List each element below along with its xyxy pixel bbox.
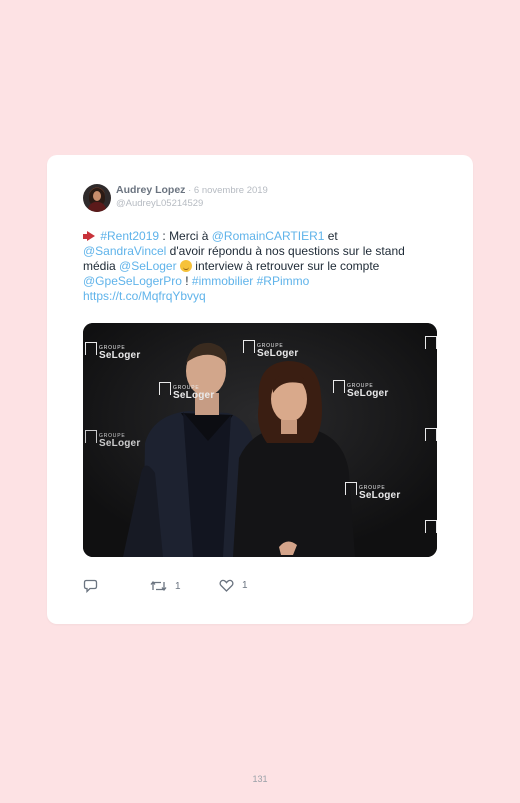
like-count: 1 xyxy=(242,580,248,591)
like-icon xyxy=(219,579,234,592)
avatar[interactable] xyxy=(83,184,111,212)
tweet-text: #Rent2019 : Merci à @RomainCARTIER1 et @… xyxy=(83,229,423,304)
like-button[interactable]: 1 xyxy=(219,579,248,592)
retweet-button[interactable]: 1 xyxy=(150,579,181,593)
mention-seloger[interactable]: @SeLoger xyxy=(119,259,177,273)
seloger-logo: GROUPE SeLoger xyxy=(243,340,298,359)
separator: · xyxy=(185,185,194,196)
seloger-logo: GROUPE SeLoger xyxy=(85,430,140,449)
author-handle[interactable]: @AudreyL05214529 xyxy=(116,198,203,209)
tweet-photo[interactable]: GROUPE SeLoger GROUPE SeLoger GROUPE SeLoge… xyxy=(83,323,437,557)
winking-face-emoji-icon xyxy=(179,260,192,272)
seloger-logo: GROUPE SeLoger xyxy=(345,482,400,501)
seloger-logo: GROUPE SeLoger xyxy=(159,382,214,401)
retweet-count: 1 xyxy=(175,580,181,592)
hashtag-rent2019[interactable]: #Rent2019 xyxy=(100,229,159,243)
mention-romaincartier1[interactable]: @RomainCARTIER1 xyxy=(212,229,325,243)
text-segment: interview à retrouver sur le compte xyxy=(191,259,380,273)
seloger-logo: GROUPE SeLoger xyxy=(85,342,140,361)
seloger-logo: GROUPE SeLoger xyxy=(333,380,388,399)
text-segment: et xyxy=(324,229,338,243)
author-name[interactable]: Audrey Lopez xyxy=(116,184,185,196)
tweet-actions: 1 1 xyxy=(83,579,283,595)
tweet-card: Audrey Lopez · 6 novembre 2019 @AudreyL0… xyxy=(47,155,473,624)
author-line: Audrey Lopez · 6 novembre 2019 xyxy=(116,184,268,196)
text-segment: : Merci à xyxy=(159,229,212,243)
hashtag-rpimmo[interactable]: #RPimmo xyxy=(257,274,310,288)
megaphone-emoji-icon xyxy=(83,231,97,241)
tweet-link[interactable]: https://t.co/MqfrqYbvyq xyxy=(83,289,206,303)
reply-button[interactable] xyxy=(83,579,106,593)
mention-gpeselogerpro[interactable]: @GpeSeLogerPro xyxy=(83,274,182,288)
text-segment: ! xyxy=(181,274,192,288)
tweet-date[interactable]: 6 novembre 2019 xyxy=(194,185,268,196)
retweet-icon xyxy=(150,580,167,592)
reply-icon xyxy=(83,579,98,593)
mention-sandravincel[interactable]: @SandraVincel xyxy=(83,244,166,258)
hashtag-immobilier[interactable]: #immobilier xyxy=(192,274,253,288)
page-number: 131 xyxy=(252,774,268,784)
